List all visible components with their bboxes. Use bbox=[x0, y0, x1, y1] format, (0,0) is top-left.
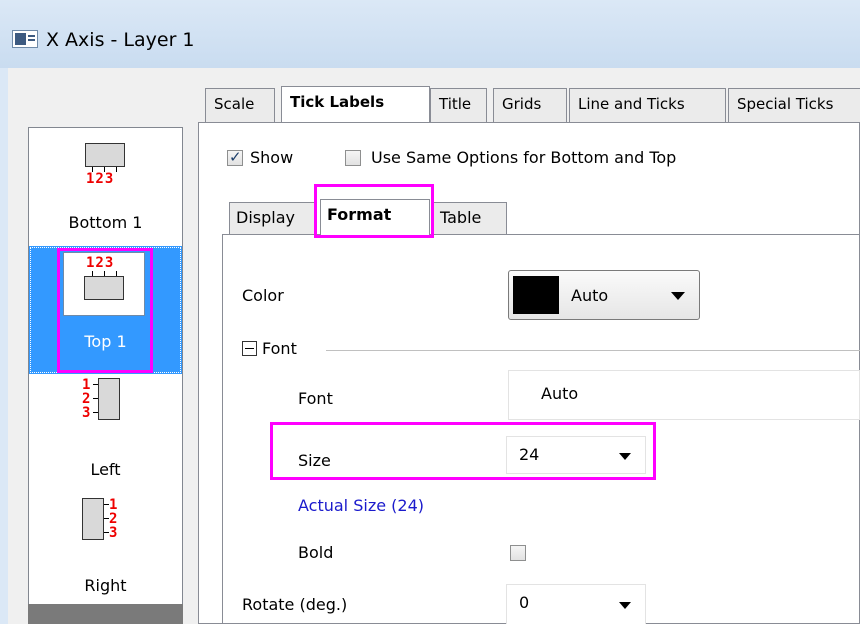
subtab-format[interactable]: Format bbox=[320, 199, 430, 235]
right-axis-icon: 1 2 3 bbox=[81, 498, 129, 554]
chevron-down-icon bbox=[671, 292, 685, 300]
left-axis-icon: 1 2 3 bbox=[81, 378, 129, 434]
color-label: Color bbox=[242, 286, 284, 305]
rotate-value: 0 bbox=[519, 593, 530, 612]
font-group-label: Font bbox=[262, 339, 297, 358]
rotate-label: Rotate (deg.) bbox=[242, 595, 348, 614]
tab-special-ticks[interactable]: Special Ticks bbox=[728, 88, 860, 122]
tab-scale[interactable]: Scale bbox=[205, 88, 275, 122]
axis-item-right[interactable]: 1 2 3 Right bbox=[29, 494, 182, 612]
rotate-dropdown[interactable]: 0 bbox=[506, 584, 646, 624]
group-divider bbox=[326, 350, 860, 351]
axis-list: 123 Bottom 1 123 Top 1 1 2 3 Left 1 2 3 … bbox=[28, 127, 183, 624]
collapse-icon[interactable] bbox=[242, 341, 257, 356]
color-value: Auto bbox=[571, 286, 609, 305]
same-options-checkbox[interactable] bbox=[345, 150, 361, 166]
subtab-table[interactable]: Table bbox=[433, 202, 507, 234]
color-swatch bbox=[513, 276, 559, 314]
tab-title[interactable]: Title bbox=[430, 88, 487, 122]
axis-item-label: Left bbox=[90, 460, 121, 479]
bottom-axis-icon: 123 bbox=[81, 143, 129, 191]
window-icon bbox=[12, 30, 38, 48]
chevron-down-icon bbox=[619, 602, 631, 609]
bold-checkbox[interactable] bbox=[510, 545, 526, 561]
actual-size-text: Actual Size (24) bbox=[298, 496, 424, 515]
show-checkbox[interactable] bbox=[227, 148, 243, 166]
highlight-top-axis bbox=[57, 248, 153, 373]
bold-label: Bold bbox=[298, 543, 334, 562]
highlight-size-row bbox=[270, 422, 656, 480]
tab-line-and-ticks[interactable]: Line and Ticks bbox=[569, 88, 726, 122]
axis-item-label: Right bbox=[84, 576, 127, 595]
title-bar: X Axis - Layer 1 bbox=[0, 0, 860, 69]
same-options-label: Use Same Options for Bottom and Top bbox=[371, 148, 677, 167]
tab-grids[interactable]: Grids bbox=[493, 88, 567, 122]
show-label: Show bbox=[250, 148, 294, 167]
tab-tick-labels[interactable]: Tick Labels bbox=[281, 86, 430, 122]
subtab-display[interactable]: Display bbox=[229, 202, 317, 234]
font-label: Font bbox=[298, 389, 333, 408]
font-field[interactable]: Auto bbox=[508, 370, 860, 420]
list-scrollbar[interactable] bbox=[28, 604, 183, 624]
axis-item-left[interactable]: 1 2 3 Left bbox=[29, 374, 182, 494]
window-title: X Axis - Layer 1 bbox=[46, 29, 195, 51]
color-dropdown[interactable]: Auto bbox=[508, 270, 700, 320]
font-value: Auto bbox=[541, 384, 579, 403]
axis-item-bottom[interactable]: 123 Bottom 1 bbox=[29, 128, 182, 246]
axis-item-label: Bottom 1 bbox=[68, 213, 143, 232]
